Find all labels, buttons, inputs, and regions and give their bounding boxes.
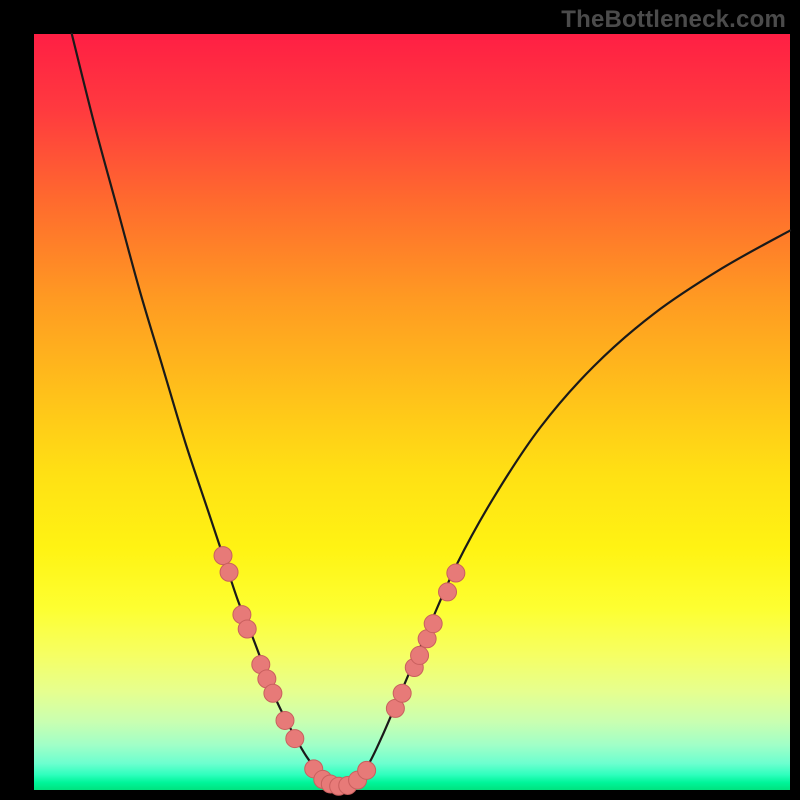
- bottleneck-curve: [72, 34, 790, 787]
- sample-point: [439, 583, 457, 601]
- sample-point: [358, 761, 376, 779]
- watermark-label: TheBottleneck.com: [561, 6, 786, 34]
- sample-point: [393, 684, 411, 702]
- sample-point: [264, 684, 282, 702]
- sample-point: [447, 564, 465, 582]
- sample-point: [220, 563, 238, 581]
- sample-points-group: [214, 547, 465, 796]
- sample-point: [214, 547, 232, 565]
- sample-point: [238, 620, 256, 638]
- sample-point: [276, 711, 294, 729]
- sample-point: [411, 646, 429, 664]
- chart-svg: [34, 34, 790, 790]
- sample-point: [424, 615, 442, 633]
- chart-root: TheBottleneck.com: [0, 0, 800, 800]
- sample-point: [286, 730, 304, 748]
